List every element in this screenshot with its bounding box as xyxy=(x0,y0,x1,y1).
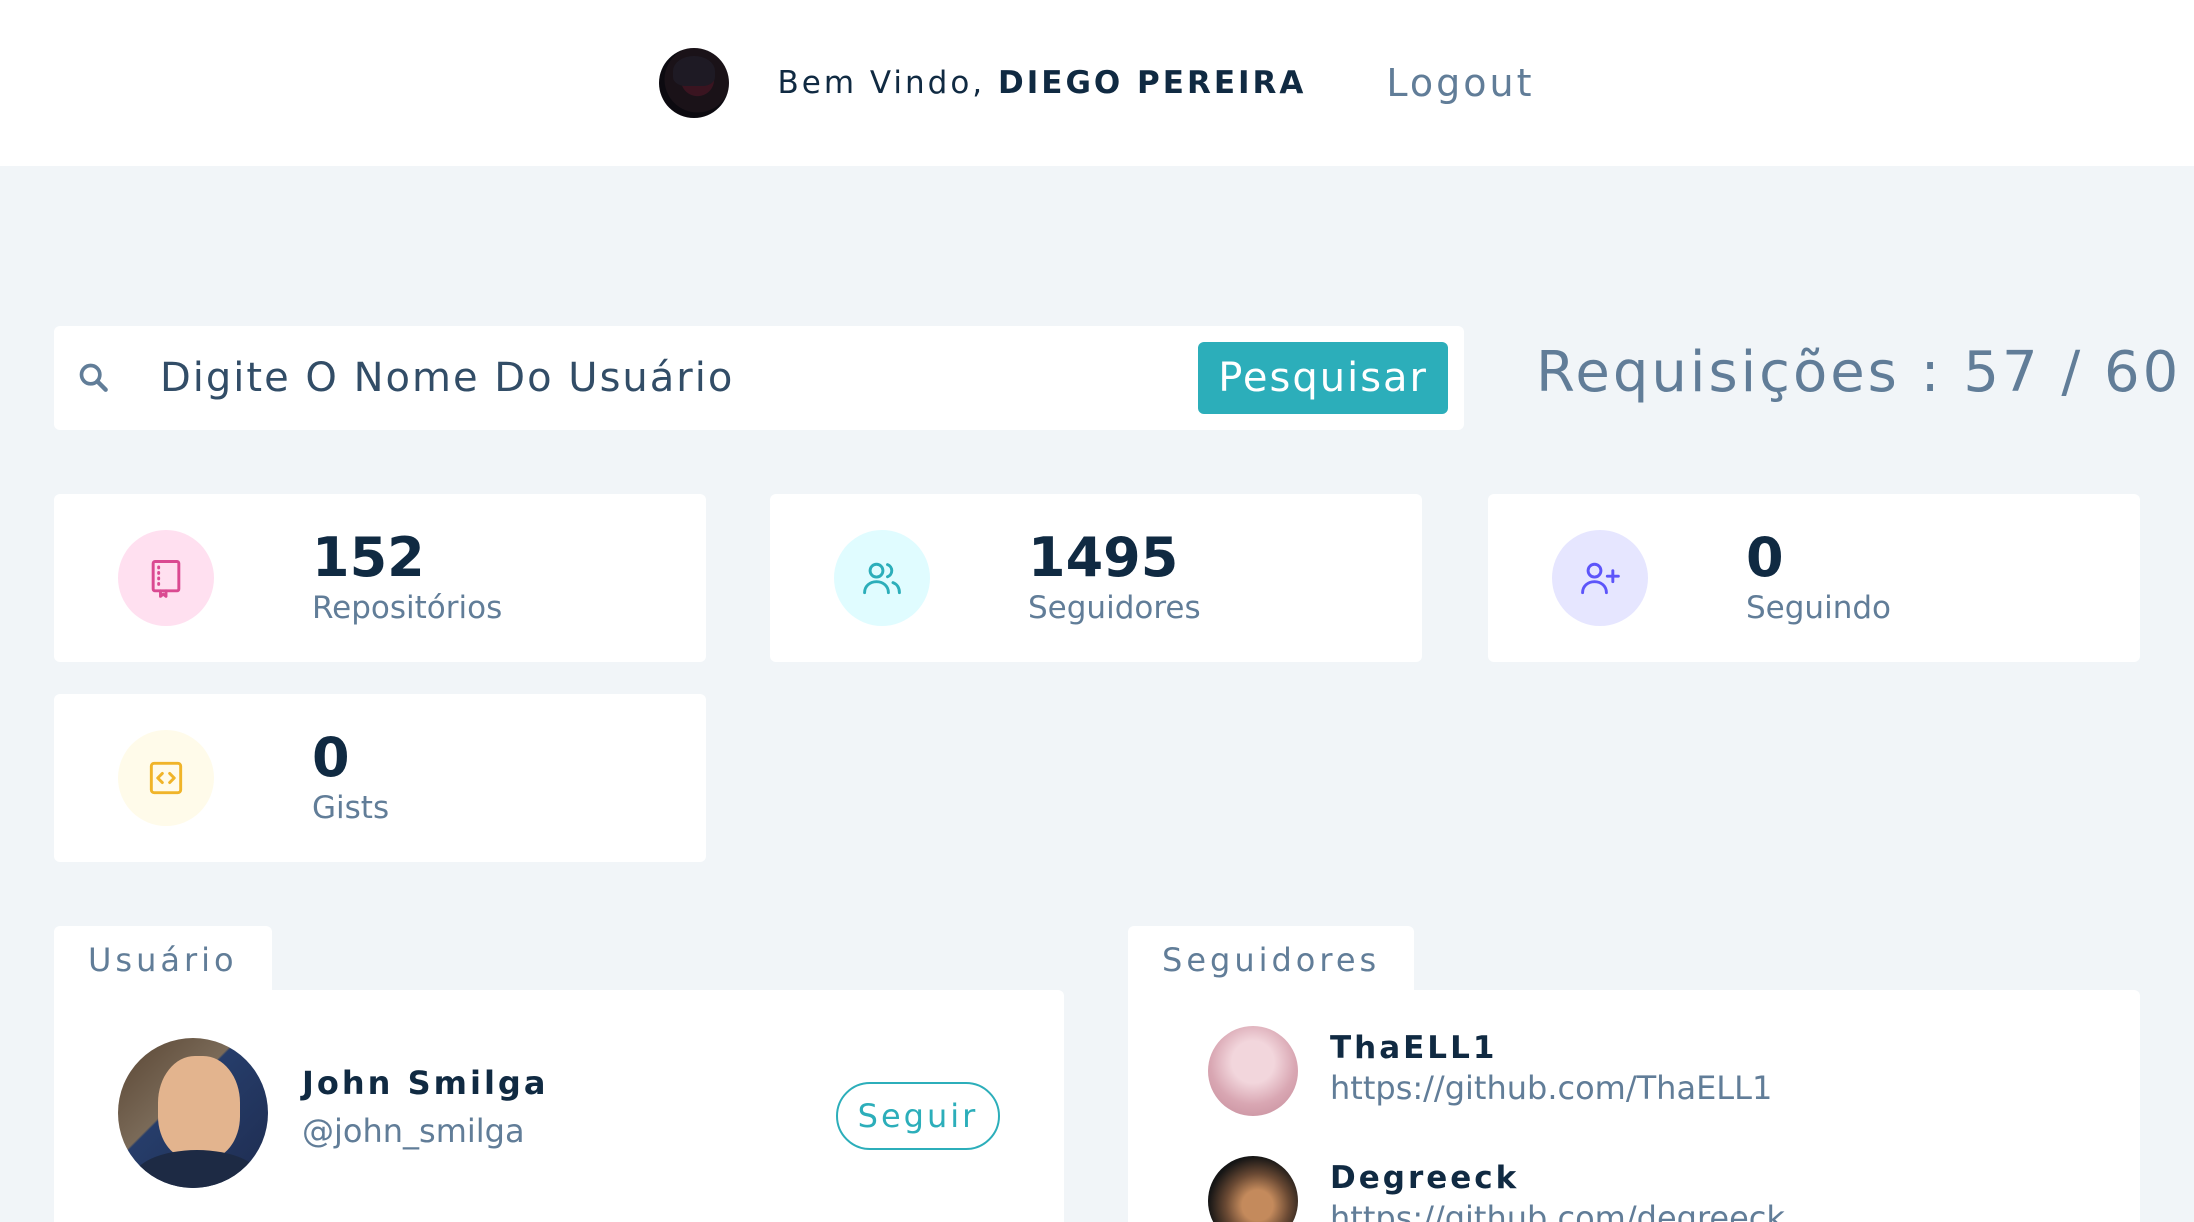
follower-name: ThaELL1 xyxy=(1330,1030,1498,1066)
stat-text: 0 Seguindo xyxy=(1746,528,1891,628)
stat-card-followers: 1495 Seguidores xyxy=(770,494,1422,662)
search-button[interactable]: Pesquisar xyxy=(1198,342,1448,414)
user-card: John Smilga @john_smilga Seguir xyxy=(54,990,1064,1222)
users-icon xyxy=(863,562,901,595)
book-icon xyxy=(151,560,181,598)
tab-user: Usuário xyxy=(54,926,272,994)
stat-text: 152 Repositórios xyxy=(312,528,502,628)
follower-info: Degreeck https://github.com/degreeck xyxy=(1330,1156,1785,1222)
search-input[interactable] xyxy=(160,355,1199,401)
requests-counter: Requisições : 57 / 60 xyxy=(1536,340,2182,405)
stat-text: 0 Gists xyxy=(312,728,389,828)
follower-name: Degreeck xyxy=(1330,1160,1520,1196)
stat-card-repos: 152 Repositórios xyxy=(54,494,706,662)
search-form: Pesquisar xyxy=(54,326,1464,430)
stat-value: 0 xyxy=(1746,526,1784,589)
follower-info: ThaELL1 https://github.com/ThaELL1 xyxy=(1330,1026,1772,1108)
stat-value: 152 xyxy=(312,526,425,589)
stat-icon-wrapper xyxy=(1552,530,1648,626)
stat-label: Seguindo xyxy=(1746,590,1891,626)
follower-link[interactable]: https://github.com/degreeck xyxy=(1330,1199,1785,1222)
follower-link[interactable]: https://github.com/ThaELL1 xyxy=(1330,1069,1772,1107)
user-plus-icon xyxy=(1581,562,1620,595)
stat-icon-wrapper xyxy=(118,730,214,826)
welcome-user-name: DIEGO PEREIRA xyxy=(998,65,1307,101)
code-icon xyxy=(149,761,183,795)
search-icon xyxy=(79,363,108,392)
stat-label: Gists xyxy=(312,790,390,826)
stat-card-gists: 0 Gists xyxy=(54,694,706,862)
followers-card: ThaELL1 https://github.com/ThaELL1 Degre… xyxy=(1128,990,2140,1222)
welcome-prefix: Bem Vindo, xyxy=(777,65,999,101)
user-handle: @john_smilga xyxy=(302,1112,525,1150)
list-item: ThaELL1 https://github.com/ThaELL1 xyxy=(1208,1026,1772,1116)
stat-value: 0 xyxy=(312,726,350,789)
user-name: John Smilga xyxy=(302,1064,549,1102)
follow-button[interactable]: Seguir xyxy=(836,1082,1000,1150)
stat-value: 1495 xyxy=(1028,526,1179,589)
stat-icon-wrapper xyxy=(834,530,930,626)
navbar-content: Bem Vindo, DIEGO PEREIRA Logout xyxy=(659,48,1534,118)
follower-avatar xyxy=(1208,1156,1298,1222)
tab-followers: Seguidores xyxy=(1128,926,1415,994)
stat-label: Repositórios xyxy=(312,590,503,626)
follower-avatar xyxy=(1208,1026,1298,1116)
stat-label: Seguidores xyxy=(1028,590,1201,626)
user-avatar xyxy=(118,1038,268,1188)
avatar xyxy=(659,48,730,118)
stat-text: 1495 Seguidores xyxy=(1028,528,1201,628)
welcome-message: Bem Vindo, DIEGO PEREIRA xyxy=(777,65,1306,101)
stat-icon-wrapper xyxy=(118,530,214,626)
logout-button[interactable]: Logout xyxy=(1386,61,1534,105)
stat-card-following: 0 Seguindo xyxy=(1488,494,2140,662)
navbar: Bem Vindo, DIEGO PEREIRA Logout xyxy=(0,0,2194,166)
list-item: Degreeck https://github.com/degreeck xyxy=(1208,1156,1785,1222)
